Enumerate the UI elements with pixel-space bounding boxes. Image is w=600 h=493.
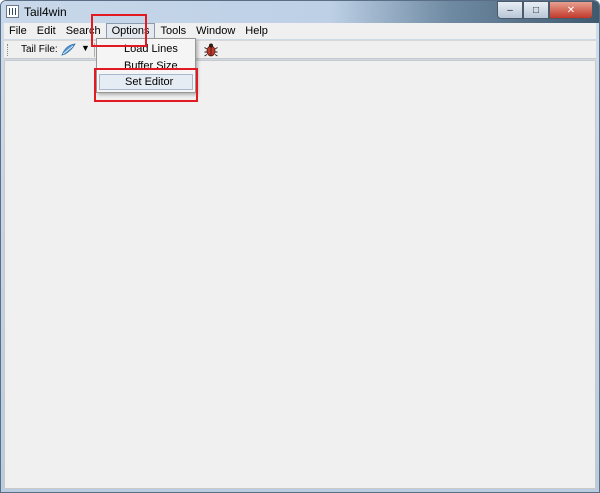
app-icon (6, 5, 19, 18)
main-content-area[interactable] (4, 60, 596, 489)
window-title: Tail4win (24, 5, 67, 19)
menu-tools[interactable]: Tools (155, 23, 191, 39)
toolbar-separator (94, 43, 95, 57)
title-bar[interactable]: Tail4win – □ ✕ (1, 1, 599, 23)
chevron-down-icon[interactable]: ▼ (81, 43, 90, 53)
menu-edit[interactable]: Edit (32, 23, 61, 39)
tail-file-label: Tail File: (21, 44, 58, 55)
close-button[interactable]: ✕ (549, 1, 593, 19)
menu-item-buffer-size[interactable]: Buffer Size (99, 58, 193, 74)
bug-icon[interactable] (204, 42, 218, 58)
menu-bar: File Edit Search Options Tools Window He… (4, 23, 596, 39)
menu-options[interactable]: Options (105, 23, 156, 39)
menu-help[interactable]: Help (240, 23, 273, 39)
caption-buttons: – □ ✕ (497, 1, 593, 19)
menu-window[interactable]: Window (191, 23, 240, 39)
maximize-button[interactable]: □ (523, 1, 549, 19)
menu-search[interactable]: Search (61, 23, 106, 39)
menu-file[interactable]: File (4, 23, 32, 39)
options-dropdown-menu: Load Lines Buffer Size Set Editor (96, 38, 196, 93)
menu-item-load-lines[interactable]: Load Lines (99, 41, 193, 57)
toolbar: Tail File: ▼ (4, 40, 596, 59)
toolbar-grip[interactable] (7, 44, 9, 56)
minimize-button[interactable]: – (497, 1, 523, 19)
menu-item-set-editor[interactable]: Set Editor (99, 74, 193, 90)
open-file-icon[interactable] (60, 42, 78, 58)
app-window: Tail4win – □ ✕ File Edit Search Options … (0, 0, 600, 493)
